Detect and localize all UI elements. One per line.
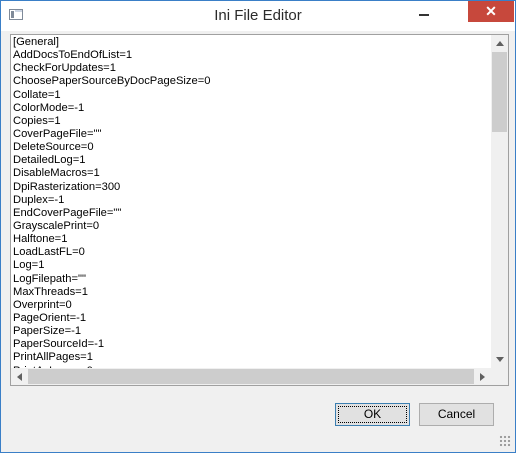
ok-button[interactable]: OK [335, 403, 410, 426]
ini-line: MaxThreads=1 [13, 285, 88, 298]
ini-line: PaperSourceId=-1 [13, 338, 105, 351]
ini-line: Log=1 [13, 259, 45, 272]
ini-line: LogFilepath="" [13, 272, 86, 285]
ini-line: Halftone=1 [13, 233, 68, 246]
ini-line: PaperSize=-1 [13, 325, 82, 338]
scroll-right-arrow-icon[interactable] [474, 368, 491, 385]
horizontal-scroll-thumb[interactable] [28, 369, 474, 384]
ini-line: CoverPageFile="" [13, 127, 102, 140]
ini-line: AddDocsToEndOfList=1 [13, 49, 133, 62]
vertical-scroll-thumb[interactable] [492, 52, 507, 132]
scroll-left-arrow-icon[interactable] [11, 368, 28, 385]
vertical-scrollbar[interactable] [491, 35, 508, 368]
ini-line: DisableMacros=1 [13, 167, 100, 180]
ok-button-label: OK [363, 407, 382, 421]
ini-line: Duplex=-1 [13, 193, 65, 206]
dialog-body: [General] AddDocsToEndOfList=1 CheckForUpd… [8, 31, 509, 445]
ini-line: EndCoverPageFile="" [13, 206, 122, 219]
ini-line: Collate=1 [13, 88, 61, 101]
title-bar[interactable]: Ini File Editor ✕ [1, 1, 515, 31]
minimize-icon[interactable] [411, 2, 437, 22]
ini-editor-window: Ini File Editor ✕ [General] AddDocsToEndO… [0, 0, 516, 453]
ini-line: Copies=1 [13, 114, 61, 127]
ini-line: LoadLastFL=0 [13, 246, 85, 259]
ini-line: ColorMode=-1 [13, 101, 85, 114]
scroll-up-arrow-icon[interactable] [491, 35, 508, 52]
ini-text-editor[interactable]: [General] AddDocsToEndOfList=1 CheckForUpd… [10, 34, 509, 386]
close-button[interactable]: ✕ [468, 1, 514, 22]
ini-line: DeleteSource=0 [13, 141, 94, 154]
ini-line: GrayscalePrint=0 [13, 219, 100, 232]
ini-line: ChoosePaperSourceByDocPageSize=0 [13, 75, 211, 88]
ini-line: PageOrient=-1 [13, 311, 87, 324]
ini-line: CheckForUpdates=1 [13, 62, 116, 75]
cancel-button[interactable]: Cancel [419, 403, 494, 426]
ini-text-content[interactable]: [General] AddDocsToEndOfList=1 CheckForUpd… [13, 36, 491, 369]
resize-grip-icon[interactable] [499, 435, 511, 447]
window-title: Ini File Editor [214, 7, 302, 24]
ini-line: DpiRasterization=300 [13, 180, 121, 193]
scrollbar-corner [491, 368, 508, 385]
ini-line: Overprint=0 [13, 298, 72, 311]
ini-line: [General] [13, 36, 60, 48]
ini-line: DetailedLog=1 [13, 154, 86, 167]
scroll-down-arrow-icon[interactable] [491, 351, 508, 368]
ini-line: PrintAllPages=1 [13, 351, 93, 364]
horizontal-scrollbar[interactable] [11, 368, 491, 385]
